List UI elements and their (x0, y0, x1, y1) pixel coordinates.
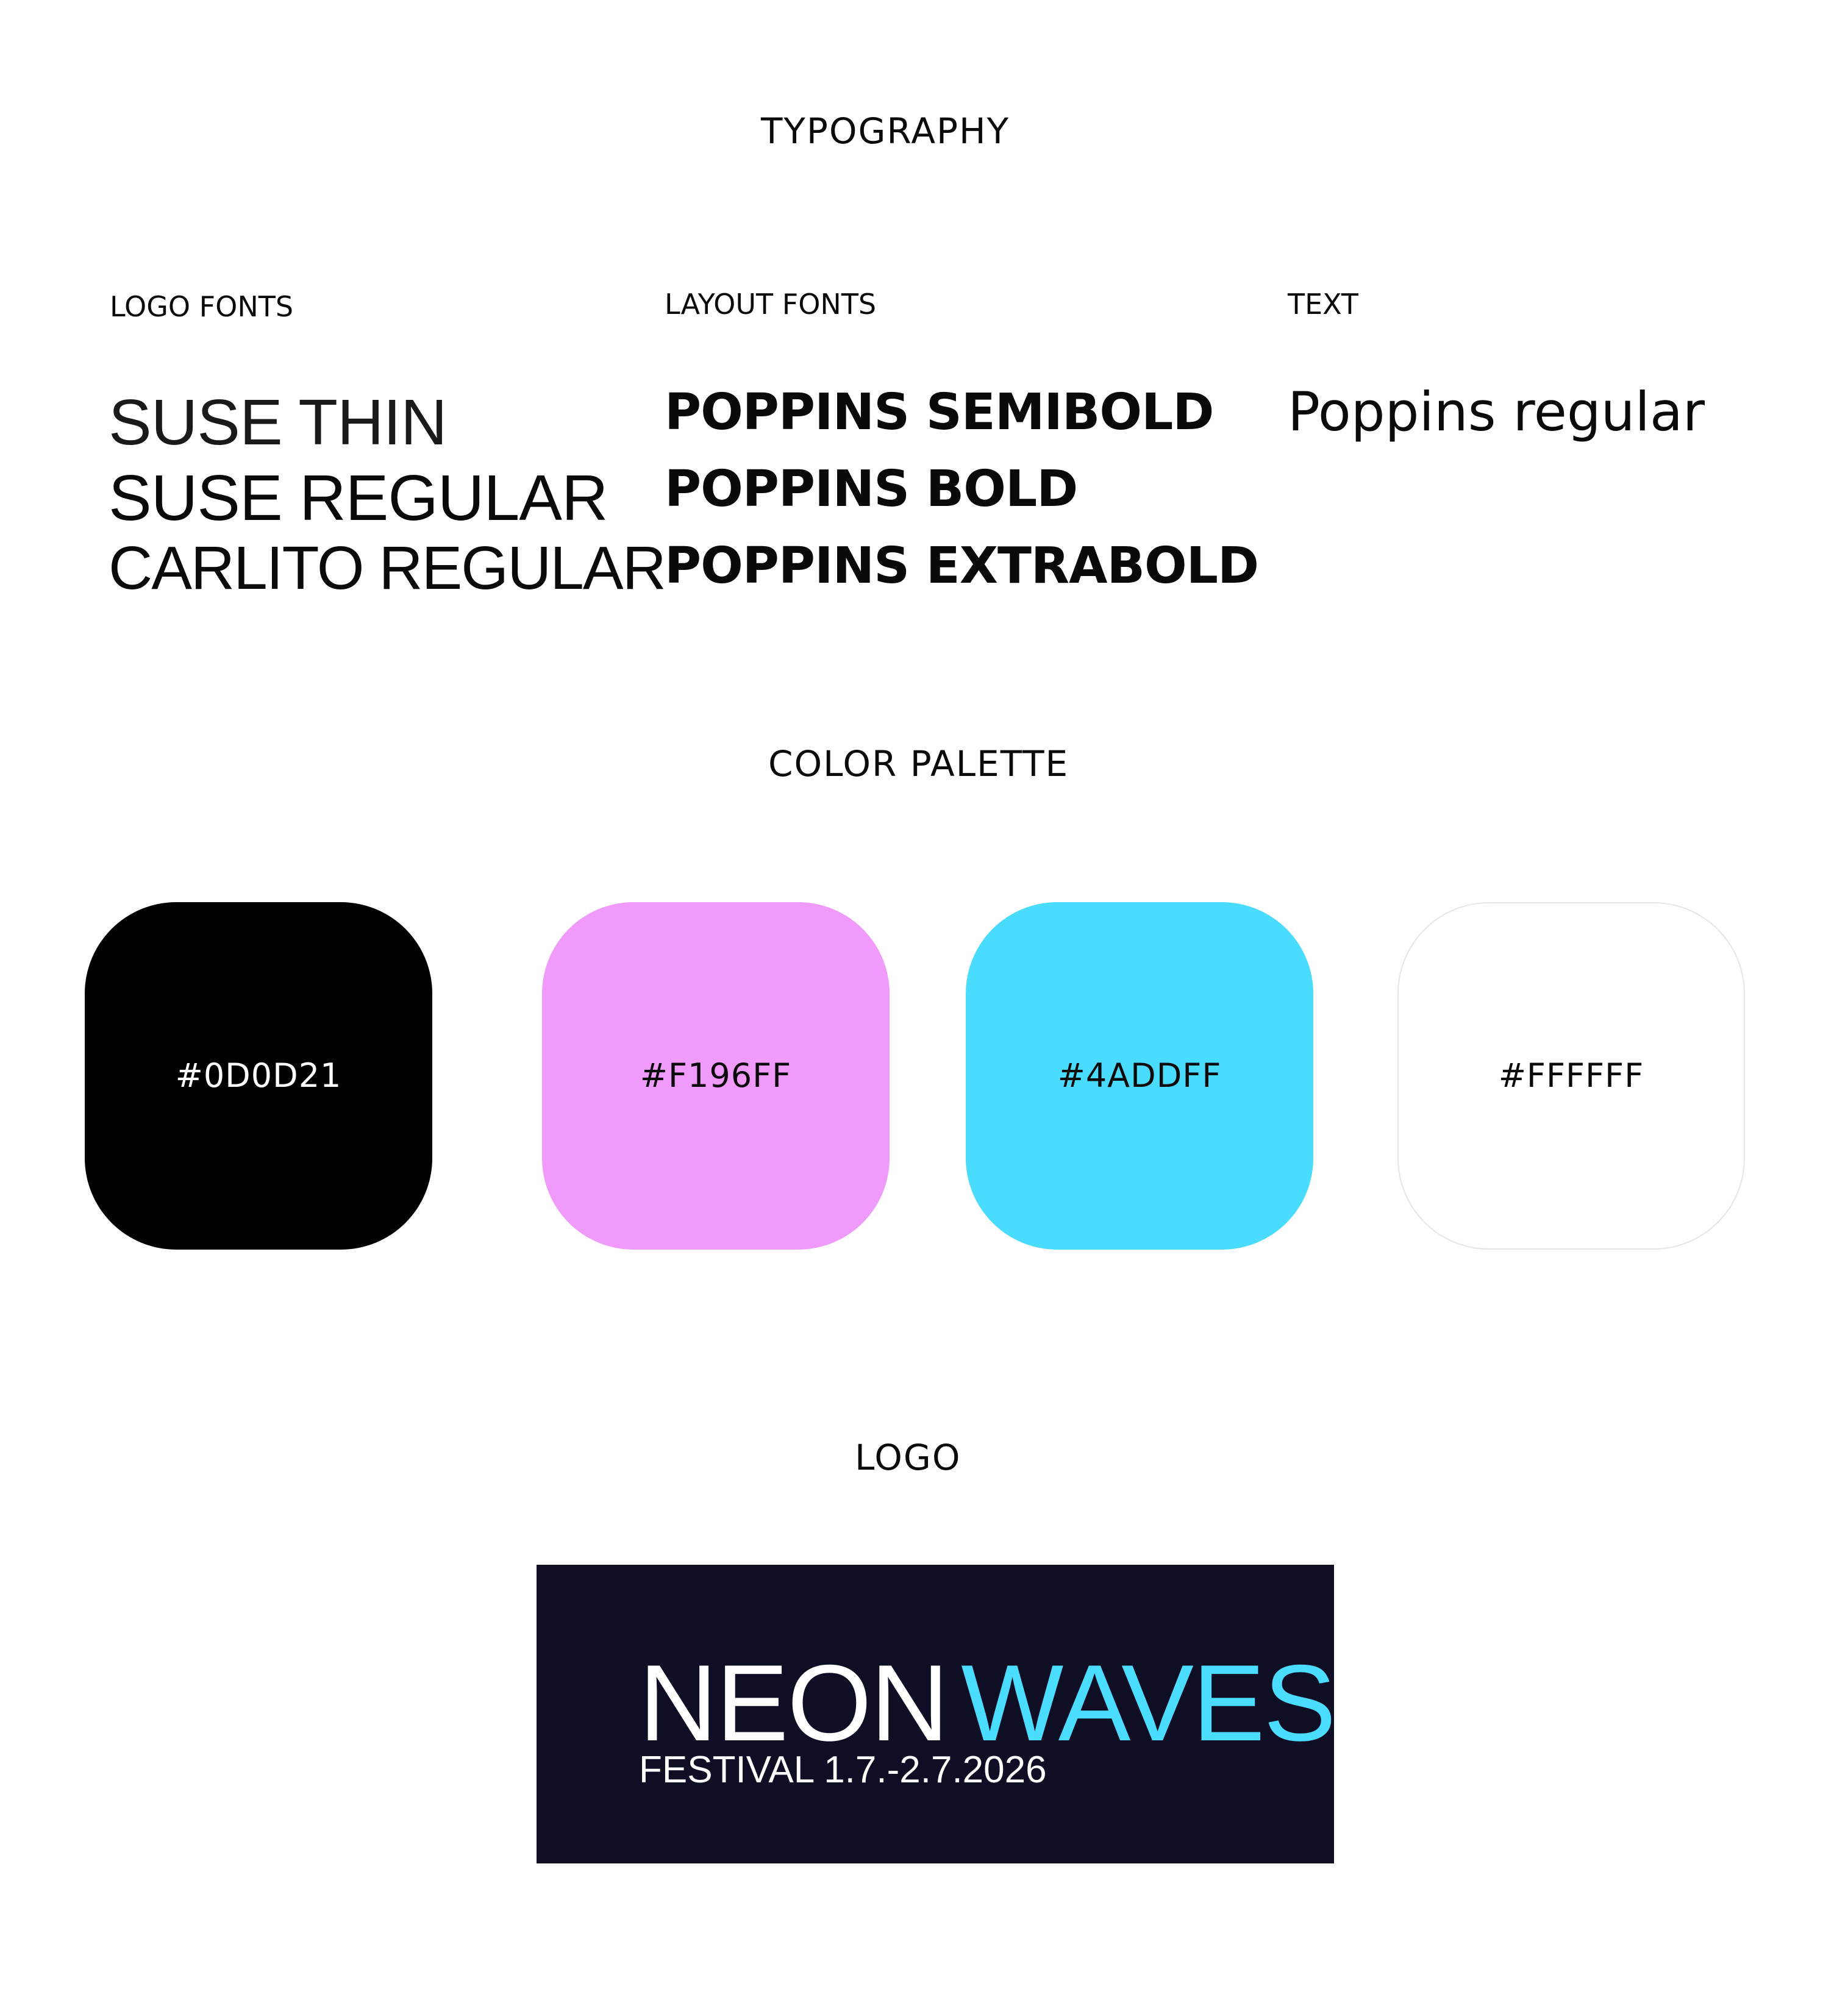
color-swatch-pink: #F196FF (542, 902, 890, 1250)
layout-font-sample-poppins-semibold: POPPINS SEMIBOLD (665, 383, 1214, 441)
color-swatch-hex: #F196FF (640, 1056, 792, 1095)
logo-wordmark: NEON WAVES (639, 1649, 1336, 1757)
festival-logo: NEON WAVES FESTIVAL 1.7.-2.7.2026 (537, 1565, 1336, 1863)
color-swatch-hex: #4ADDFF (1057, 1056, 1222, 1095)
color-swatch-hex: #0D0D21 (175, 1056, 342, 1095)
logo-font-sample-carlito-regular: CARLITO REGULAR (109, 534, 666, 602)
color-swatch-white: #FFFFFF (1397, 902, 1745, 1250)
color-swatch-cyan: #4ADDFF (966, 902, 1313, 1250)
layout-fonts-label: LAYOUT FONTS (665, 288, 877, 321)
logo-font-sample-suse-regular: SUSE REGULAR (109, 462, 608, 534)
typography-title: TYPOGRAPHY (761, 110, 1010, 152)
text-label: TEXT (1288, 288, 1358, 321)
logo-word-neon: NEON (639, 1642, 949, 1763)
logo-word-waves: WAVES (961, 1642, 1336, 1763)
logo-fonts-label: LOGO FONTS (110, 290, 294, 323)
layout-font-sample-poppins-extrabold: POPPINS EXTRABOLD (665, 537, 1259, 595)
color-swatch-hex: #FFFFFF (1498, 1056, 1644, 1095)
text-font-sample-poppins-regular: Poppins regular (1288, 380, 1705, 443)
color-swatch-dark: #0D0D21 (85, 902, 432, 1250)
logo-title: LOGO (855, 1437, 961, 1478)
layout-font-sample-poppins-bold: POPPINS BOLD (665, 460, 1078, 518)
color-palette-title: COLOR PALETTE (768, 743, 1069, 785)
logo-subtitle: FESTIVAL 1.7.-2.7.2026 (639, 1749, 1047, 1791)
logo-font-sample-suse-thin: SUSE THIN (109, 386, 447, 458)
